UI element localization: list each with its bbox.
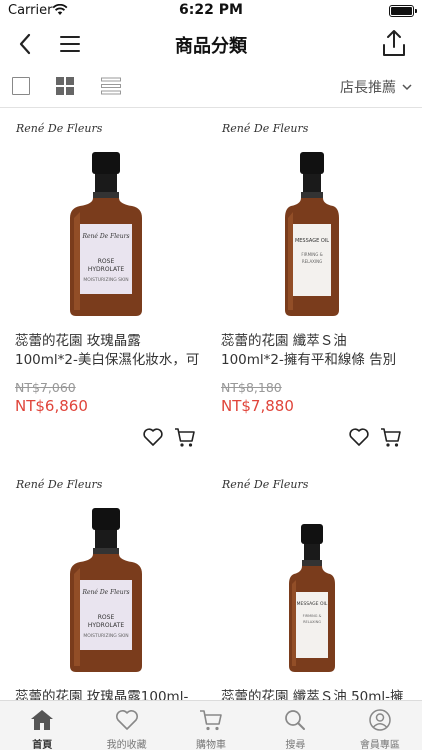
bottle-label-sub: MOISTURIZING SKIN	[83, 278, 129, 283]
bottle-label: ROSE HYDROLATE MOISTURIZING SKIN	[80, 258, 132, 285]
user-icon	[369, 709, 391, 731]
bottle-label-name: MESSAGE OIL	[296, 602, 328, 607]
product-title[interactable]: 蕊蕾的花園 纖萃Ｓ油 100ml*2-擁有平和線條 告別橘皮按摩…	[221, 332, 407, 370]
bottle-label-name: MESSAGE OIL	[294, 238, 330, 244]
sort-dropdown[interactable]: 店長推薦	[340, 77, 412, 97]
product-image[interactable]: René De Fleurs MESSAGE OIL FIRMING & REL…	[206, 464, 412, 678]
svg-text:René De Fleurs: René De Fleurs	[81, 233, 129, 240]
menu-icon[interactable]	[56, 30, 84, 58]
bottle-label-name: ROSE HYDROLATE	[87, 258, 125, 273]
product-title[interactable]: 蕊蕾的花園 玫瑰晶露100ml*2-美白保濕化妝水，可當前導…	[15, 332, 201, 370]
bottle-label-sub: FIRMING & RELAXING	[301, 252, 323, 264]
bottle-image: René De Fleurs	[70, 152, 142, 316]
tab-label: 購物車	[196, 740, 227, 751]
add-to-cart-icon[interactable]	[174, 426, 196, 448]
tab-label: 搜尋	[285, 740, 306, 751]
bottle-image	[285, 152, 339, 316]
bottle-label: ROSE HYDROLATE MOISTURIZING SKIN	[80, 614, 132, 641]
bottle-image: René De Fleurs	[70, 508, 142, 672]
status-bar: Carrier 6:22 PM	[0, 0, 422, 22]
heart-icon[interactable]	[348, 426, 370, 448]
bottle-label-name: ROSE HYDROLATE	[87, 614, 125, 629]
tab-home[interactable]: 首頁	[0, 701, 84, 751]
brand-logo: René De Fleurs	[222, 478, 309, 491]
add-to-cart-icon[interactable]	[380, 426, 402, 448]
product-card[interactable]: René De Fleurs René De Fleurs ROSE HYDRO…	[0, 464, 206, 700]
tab-favorites[interactable]: 我的收藏	[84, 701, 168, 751]
cart-icon	[200, 710, 222, 731]
grid-view-icon[interactable]	[56, 77, 74, 95]
tab-label: 首頁	[32, 740, 53, 751]
product-title[interactable]: 蕊蕾的花園 玫瑰晶露100ml-美白保濕化妝水，可當前導…	[15, 688, 201, 700]
back-icon[interactable]	[12, 30, 40, 58]
brand-logo: René De Fleurs	[222, 122, 309, 135]
heart-icon[interactable]	[142, 426, 164, 448]
nav-bar: 商品分類	[0, 22, 422, 66]
product-image[interactable]: René De Fleurs René De Fleurs ROSE HYDRO…	[0, 464, 206, 678]
search-icon	[285, 710, 306, 730]
tab-label: 會員專區	[359, 740, 400, 751]
brand-logo: René De Fleurs	[16, 122, 103, 135]
list-view-icon[interactable]	[101, 77, 121, 95]
sort-selected-label: 店長推薦	[340, 80, 396, 96]
bottle-label: MESSAGE OIL FIRMING & RELAXING	[296, 602, 328, 625]
chevron-down-icon	[402, 84, 412, 91]
tab-bar: 首頁 我的收藏 購物車 搜尋 會員專區	[0, 700, 422, 751]
share-icon[interactable]	[380, 28, 408, 58]
sale-price: NT$6,860	[15, 397, 88, 415]
product-image[interactable]: René De Fleurs MESSAGE OIL FIRMING & REL…	[206, 108, 412, 322]
bottle-label-sub: MOISTURIZING SKIN	[83, 634, 129, 639]
original-price: NT$8,180	[221, 380, 282, 395]
product-card[interactable]: René De Fleurs René De Fleurs ROSE HYDRO…	[0, 108, 206, 462]
view-toolbar: 店長推薦	[0, 66, 422, 108]
product-card[interactable]: René De Fleurs MESSAGE OIL FIRMING & REL…	[206, 108, 412, 462]
product-image[interactable]: René De Fleurs René De Fleurs ROSE HYDRO…	[0, 108, 206, 322]
heart-icon	[115, 710, 138, 730]
clock: 6:22 PM	[179, 2, 243, 18]
sale-price: NT$7,880	[221, 397, 294, 415]
svg-text:René De Fleurs: René De Fleurs	[81, 589, 129, 596]
home-icon	[31, 710, 54, 730]
product-card[interactable]: René De Fleurs MESSAGE OIL FIRMING & REL…	[206, 464, 412, 700]
bottle-label-sub: FIRMING & RELAXING	[302, 614, 322, 624]
tab-search[interactable]: 搜尋	[253, 701, 337, 751]
bottle-label: MESSAGE OIL FIRMING & RELAXING	[293, 238, 331, 265]
product-title[interactable]: 蕊蕾的花園 纖萃Ｓ油 50ml-擁有平和線條 告別橘皮按摩…	[221, 688, 407, 700]
brand-logo: René De Fleurs	[16, 478, 103, 491]
bottle-image	[289, 524, 335, 672]
tab-member[interactable]: 會員專區	[338, 701, 422, 751]
tab-cart[interactable]: 購物車	[169, 701, 253, 751]
tab-label: 我的收藏	[106, 740, 147, 751]
original-price: NT$7,060	[15, 380, 76, 395]
battery-icon	[389, 5, 417, 17]
product-grid: René De Fleurs René De Fleurs ROSE HYDRO…	[0, 108, 422, 700]
single-view-icon[interactable]	[12, 77, 30, 95]
